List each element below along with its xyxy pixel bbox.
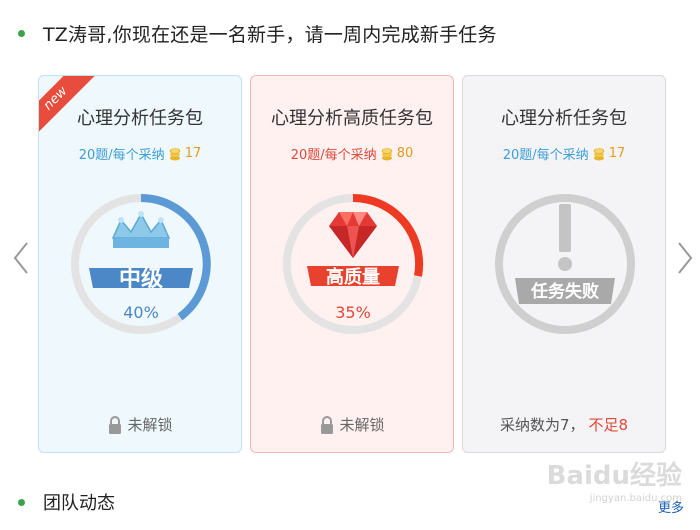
progress-gauge: 中级 40%: [69, 178, 213, 364]
coin-icon: [381, 147, 393, 161]
card-title: 心理分析高质任务包: [271, 108, 433, 129]
card-title: 心理分析任务包: [501, 108, 627, 129]
status-prefix: 采纳数为7，: [499, 416, 585, 434]
level-label: 高质量: [326, 266, 380, 288]
card-sub-text: 20题/每个采纳: [290, 148, 377, 163]
card-title: 心理分析任务包: [77, 108, 203, 129]
reward-value: 80: [396, 146, 414, 161]
reward-value: 17: [608, 146, 626, 161]
progress-percent: 35%: [335, 303, 371, 322]
task-card-high[interactable]: 心理分析高质任务包 20题/每个采纳 80 高质量 35% 未解锁: [250, 75, 454, 453]
bullet-dot: [18, 29, 25, 37]
card-sub-text: 20题/每个采纳: [502, 148, 589, 163]
section-team-activity: 团队动态: [18, 488, 115, 516]
prev-arrow-icon[interactable]: [12, 240, 30, 276]
progress-gauge: 高质量 35%: [281, 178, 425, 364]
ruby-icon: [329, 212, 377, 258]
card-status: 未解锁: [251, 414, 453, 435]
coin-icon: [169, 147, 181, 161]
task-card-mid[interactable]: new 心理分析任务包 20题/每个采纳 17 中级 40% 未解锁: [38, 75, 242, 453]
card-subtitle: 20题/每个采纳 80: [251, 144, 453, 163]
task-header: TZ涛哥,你现在还是一名新手，请一周内完成新手任务: [18, 18, 497, 48]
reward-value: 17: [184, 146, 202, 161]
status-text: 未解锁: [339, 416, 385, 434]
level-label: 任务失败: [530, 281, 599, 302]
status-suffix: 不足8: [588, 416, 629, 434]
bullet-dot: [18, 498, 25, 506]
header-text: TZ涛哥,你现在还是一名新手，请一周内完成新手任务: [43, 23, 497, 46]
card-subtitle: 20题/每个采纳 17: [463, 144, 665, 163]
task-card-failed[interactable]: 心理分析任务包 20题/每个采纳 17 任务失败 采纳数为7， 不足8: [462, 75, 666, 453]
watermark-logo: Baidu经验: [546, 461, 682, 491]
status-text: 未解锁: [127, 416, 173, 434]
crown-icon: [111, 211, 171, 248]
level-label: 中级: [119, 266, 163, 292]
card-status: 未解锁: [39, 414, 241, 435]
more-link[interactable]: 更多: [658, 497, 684, 516]
card-status: 采纳数为7， 不足8: [463, 414, 665, 435]
card-subtitle: 20题/每个采纳 17: [39, 144, 241, 163]
lock-icon: [107, 415, 123, 435]
next-arrow-icon[interactable]: [676, 240, 694, 276]
card-sub-text: 20题/每个采纳: [78, 148, 165, 163]
progress-percent: 40%: [123, 303, 159, 322]
progress-gauge: 任务失败: [493, 178, 637, 364]
section-label: 团队动态: [43, 493, 115, 514]
exclamation-icon: [558, 204, 572, 271]
coin-icon: [593, 147, 605, 161]
lock-icon: [319, 415, 335, 435]
